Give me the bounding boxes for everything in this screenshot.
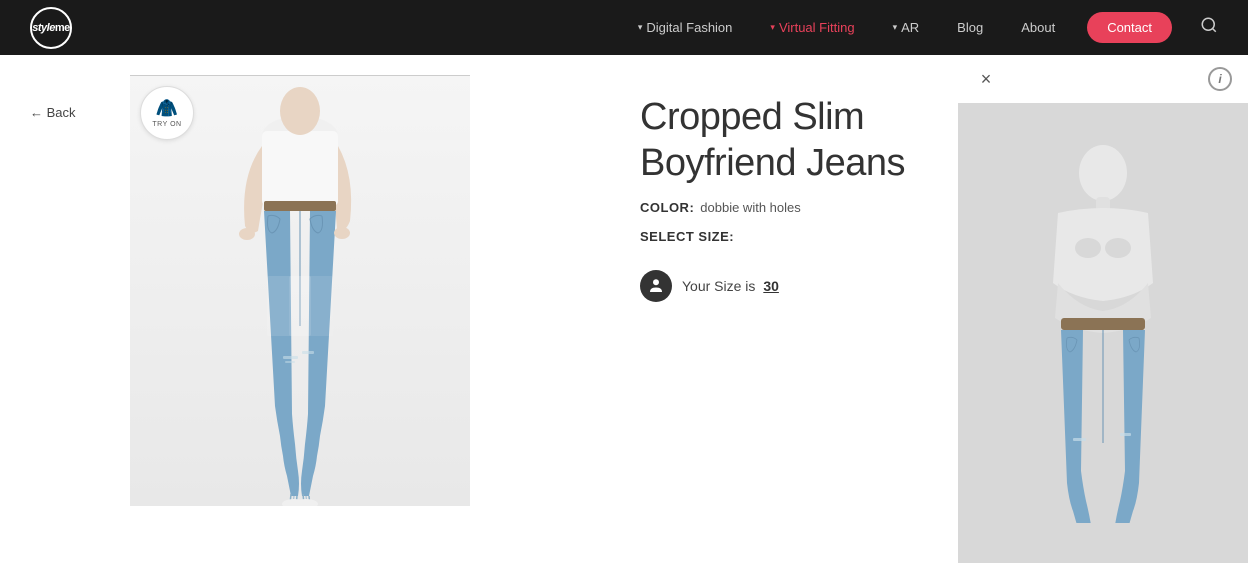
product-image: 🧥 TRY ON <box>130 76 470 506</box>
person-icon <box>647 277 665 295</box>
virtual-fitting-panel: × i <box>958 55 1248 563</box>
nav-item-about[interactable]: About <box>1007 20 1069 35</box>
color-label: COLOR: <box>640 200 694 215</box>
product-title-line1: Cropped Slim <box>640 96 864 138</box>
nav-item-ar[interactable]: ▾ AR <box>879 20 934 35</box>
product-image-container: 🧥 TRY ON <box>130 75 470 506</box>
mannequin-area <box>958 103 1248 563</box>
color-value: dobbie with holes <box>700 200 800 215</box>
size-label: SELECT SIZE: <box>640 229 734 244</box>
nav-label-virtual-fitting: Virtual Fitting <box>779 20 855 35</box>
search-button[interactable] <box>1200 16 1218 39</box>
nav-label-ar: AR <box>901 20 919 35</box>
product-figure-svg <box>190 76 410 506</box>
nav-item-digital-fashion[interactable]: ▾ Digital Fashion <box>624 20 747 35</box>
contact-button[interactable]: Contact <box>1087 12 1172 43</box>
main-content: ← Back 🧥 TRY ON <box>0 55 1248 563</box>
dropdown-caret: ▾ <box>638 22 643 33</box>
back-link[interactable]: ← Back <box>30 105 76 120</box>
logo[interactable]: styleme <box>30 7 72 49</box>
try-on-label: TRY ON <box>152 121 181 128</box>
nav-label-about: About <box>1021 20 1055 35</box>
search-icon <box>1200 16 1218 34</box>
logo-circle: styleme <box>30 7 72 49</box>
nav-label-digital-fashion: Digital Fashion <box>646 20 732 35</box>
product-title-line2: Boyfriend Jeans <box>640 142 905 184</box>
nav-links: ▾ Digital Fashion ▾ Virtual Fitting ▾ AR… <box>624 12 1218 43</box>
navbar: styleme ▾ Digital Fashion ▾ Virtual Fitt… <box>0 0 1248 55</box>
nav-item-blog[interactable]: Blog <box>943 20 997 35</box>
nav-label-blog: Blog <box>957 20 983 35</box>
product-image-panel: ← Back 🧥 TRY ON <box>0 55 600 563</box>
dropdown-caret: ▾ <box>893 22 898 33</box>
info-button[interactable]: i <box>1208 67 1232 91</box>
user-avatar-icon <box>640 270 672 302</box>
fitting-panel-header: × i <box>958 55 1248 103</box>
size-rec-text: Your Size is 30 <box>682 278 779 294</box>
hanger-icon: 🧥 <box>156 98 178 119</box>
size-rec-number: 30 <box>763 278 779 294</box>
nav-item-virtual-fitting[interactable]: ▾ Virtual Fitting <box>756 20 868 35</box>
mannequin-figure-svg <box>1023 143 1183 523</box>
dropdown-caret: ▾ <box>770 22 775 33</box>
try-on-badge[interactable]: 🧥 TRY ON <box>140 86 194 140</box>
size-rec-prefix: Your Size is <box>682 278 755 294</box>
logo-style-text: styleme <box>32 22 69 34</box>
close-fitting-panel-button[interactable]: × <box>974 67 998 91</box>
